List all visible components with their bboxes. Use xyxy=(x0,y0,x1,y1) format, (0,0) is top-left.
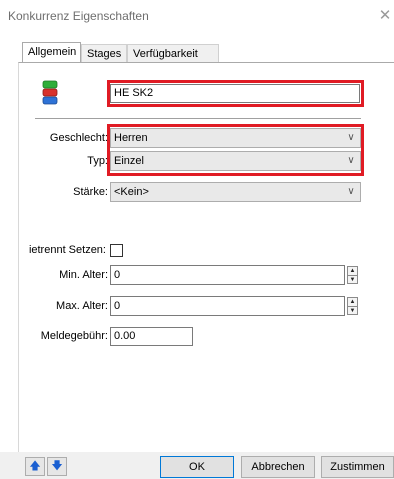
arrow-up-icon[interactable]: ▲ xyxy=(348,298,357,306)
getrennt-setzen-label: ietrennt Setzen: xyxy=(28,244,106,256)
move-down-button[interactable]: 🡇 xyxy=(47,457,67,476)
staerke-select[interactable]: <Kein> ∨ xyxy=(110,182,361,202)
stack-icon xyxy=(42,80,58,105)
arrow-down-icon: 🡇 xyxy=(51,460,63,472)
max-alter-input[interactable]: 0 xyxy=(110,296,345,316)
min-alter-spinner[interactable]: ▲ ▼ xyxy=(347,266,358,284)
tab-allgemein[interactable]: Allgemein xyxy=(22,42,81,62)
staerke-value: <Kein> xyxy=(114,186,149,198)
meldegebuehr-input[interactable]: 0.00 xyxy=(110,327,193,346)
arrow-down-icon[interactable]: ▼ xyxy=(348,307,357,315)
getrennt-setzen-checkbox[interactable] xyxy=(110,244,123,257)
max-alter-label: Max. Alter: xyxy=(56,300,108,312)
arrow-up-icon[interactable]: ▲ xyxy=(348,267,357,275)
cancel-button[interactable]: Abbrechen xyxy=(241,456,315,478)
geschlecht-label: Geschlecht: xyxy=(49,132,108,144)
window-title: Konkurrenz Eigenschaften xyxy=(8,9,149,23)
min-alter-label: Min. Alter: xyxy=(59,269,108,281)
max-alter-spinner[interactable]: ▲ ▼ xyxy=(347,297,358,315)
selection-highlight-box xyxy=(107,124,364,176)
meldegebuehr-label: Meldegebühr: xyxy=(40,330,108,342)
arrow-up-icon: 🡅 xyxy=(29,460,41,472)
typ-label: Typ: xyxy=(87,155,108,167)
tab-stages[interactable]: Stages xyxy=(81,44,127,62)
separator xyxy=(35,118,361,119)
ok-button[interactable]: OK xyxy=(160,456,234,478)
name-field[interactable]: HE SK2 xyxy=(110,84,360,103)
move-up-button[interactable]: 🡅 xyxy=(25,457,45,476)
chevron-down-icon: ∨ xyxy=(347,186,355,197)
staerke-label: Stärke: xyxy=(73,186,108,198)
tab-verfuegbarkeit[interactable]: Verfügbarkeit xyxy=(127,44,219,62)
min-alter-input[interactable]: 0 xyxy=(110,265,345,285)
agree-button[interactable]: Zustimmen xyxy=(321,456,394,478)
arrow-down-icon[interactable]: ▼ xyxy=(348,276,357,284)
close-icon[interactable]: ✕ xyxy=(376,6,394,26)
